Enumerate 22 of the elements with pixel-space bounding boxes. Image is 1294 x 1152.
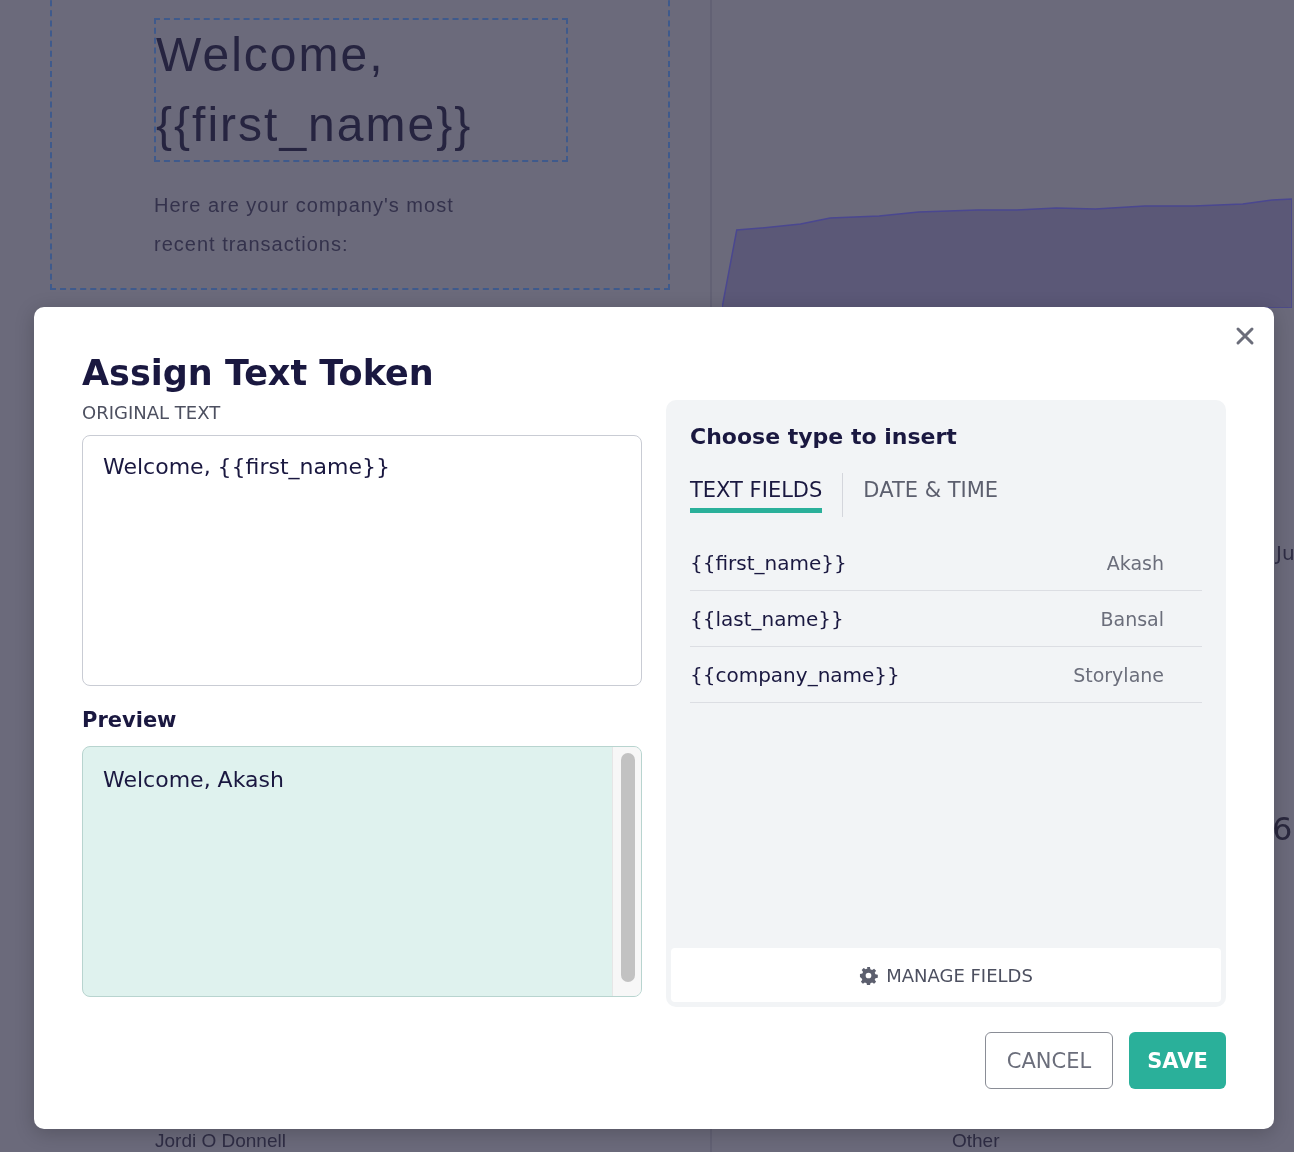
panel-title: Choose type to insert — [690, 424, 958, 449]
axis-label: Ju — [1276, 541, 1294, 565]
welcome-heading: Welcome, {{first_name}} — [154, 18, 568, 162]
tab[interactable]: DATE & TIME — [863, 477, 999, 513]
manage-fields-button[interactable]: MANAGE FIELDS — [671, 948, 1221, 1002]
name-text: Jordi O Donnell — [155, 1130, 286, 1151]
scrollbar[interactable] — [612, 747, 641, 996]
value-text: 6 — [1272, 810, 1293, 848]
original-text-field[interactable]: Welcome, {{first_name}} — [82, 435, 642, 686]
token-row[interactable]: {{first_name}} Akash — [690, 535, 1202, 591]
field-label: ORIGINAL TEXT — [82, 401, 222, 425]
cancel-button[interactable]: CANCEL — [985, 1032, 1113, 1089]
preview-label: Preview — [82, 707, 178, 734]
dialog-title: Assign Text Token — [82, 352, 435, 395]
token-row[interactable]: {{company_name}} Storylane — [690, 647, 1202, 703]
intro-text: Here are your company's most recent transactions: — [154, 193, 455, 257]
token-row[interactable]: {{last_name}} Bansal — [690, 591, 1202, 647]
preview-text: Welcome, Akash — [103, 767, 284, 792]
tab[interactable]: TEXT FIELDS — [690, 477, 823, 513]
category-text: Other — [952, 1130, 1000, 1151]
close-icon[interactable] — [1235, 326, 1255, 346]
gear-icon — [859, 965, 879, 985]
